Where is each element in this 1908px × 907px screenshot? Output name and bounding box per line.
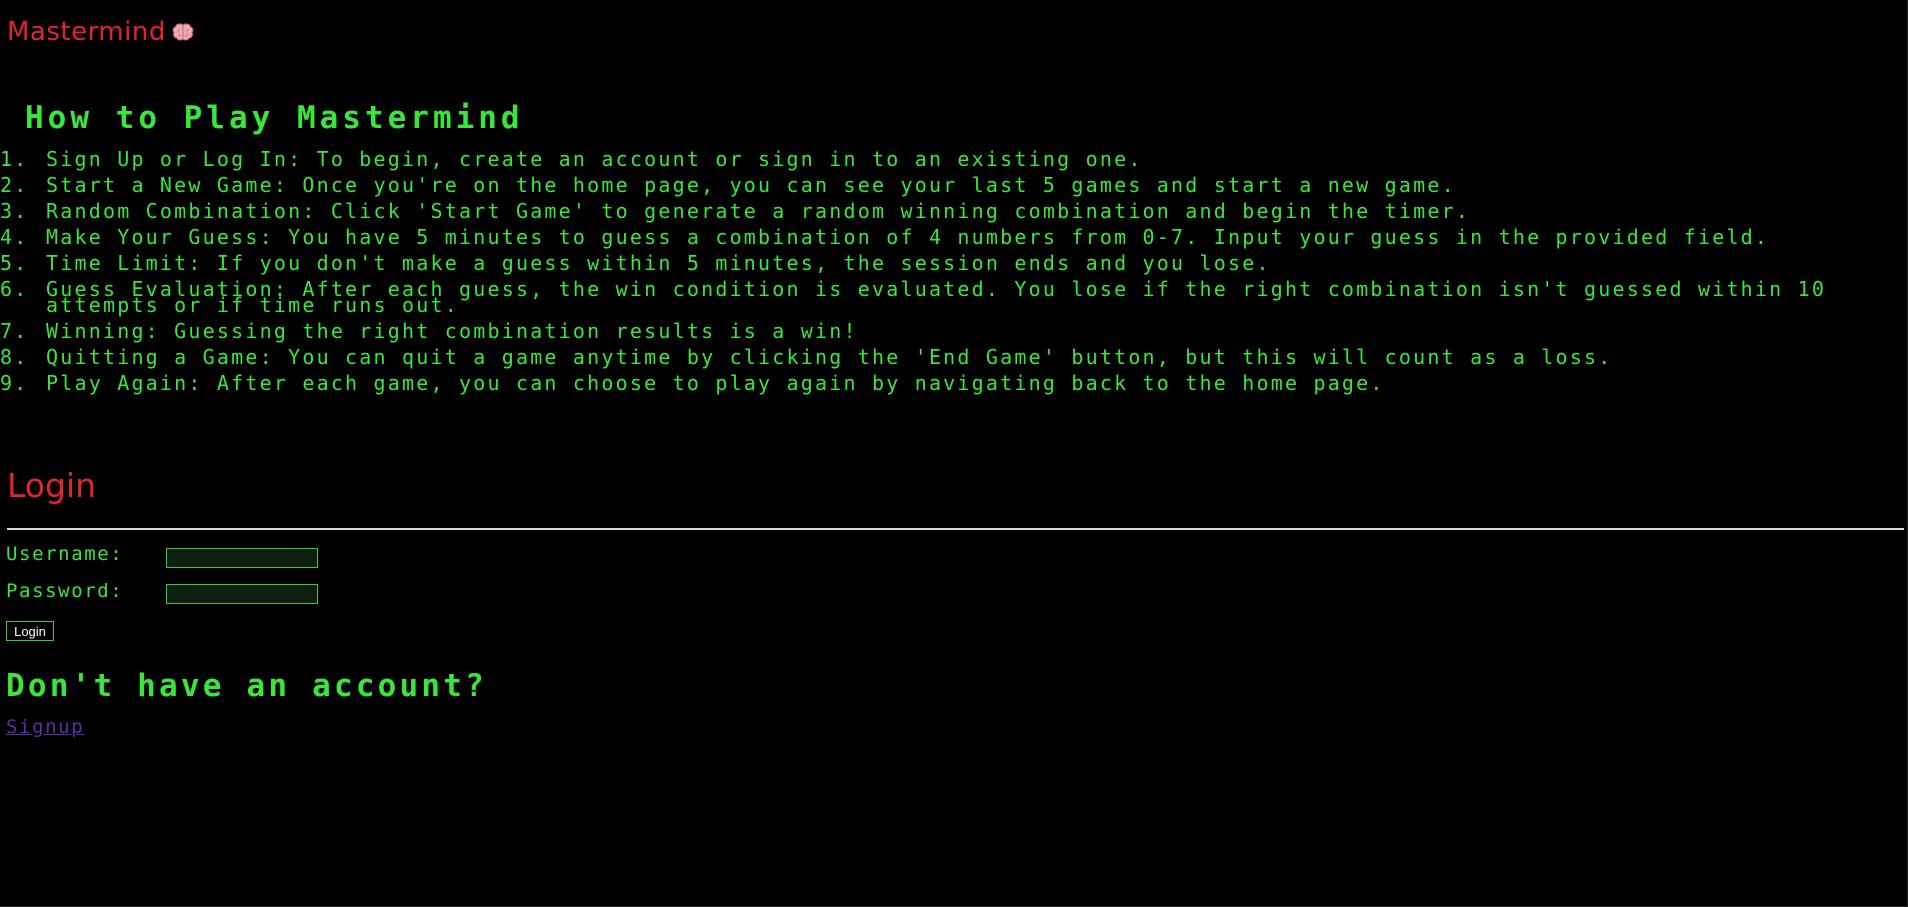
rule-text: Sign Up or Log In: To begin, create an a… bbox=[46, 147, 1143, 171]
rule-text: Quitting a Game: You can quit a game any… bbox=[46, 345, 1613, 369]
rule-item: 8. Quitting a Game: You can quit a game … bbox=[0, 345, 1890, 369]
rule-number: 9. bbox=[0, 371, 29, 395]
rule-number: 1. bbox=[0, 147, 29, 171]
rule-item: 9. Play Again: After each game, you can … bbox=[0, 371, 1890, 395]
rule-text: Guess Evaluation: After each guess, the … bbox=[46, 277, 1827, 317]
rule-item: 7. Winning: Guessing the right combinati… bbox=[0, 319, 1890, 343]
rule-text: Time Limit: If you don't make a guess wi… bbox=[46, 251, 1271, 275]
rule-text: Random Combination: Click 'Start Game' t… bbox=[46, 199, 1471, 223]
no-account-heading: Don't have an account? bbox=[6, 668, 487, 704]
howto-title: How to Play Mastermind bbox=[25, 100, 524, 136]
rule-number: 3. bbox=[0, 199, 29, 223]
brain-icon bbox=[172, 23, 194, 41]
rules-list: 1. Sign Up or Log In: To begin, create a… bbox=[0, 147, 1890, 401]
rule-number: 7. bbox=[0, 319, 29, 343]
rule-item: 2. Start a New Game: Once you're on the … bbox=[0, 173, 1890, 197]
rule-item: 6. Guess Evaluation: After each guess, t… bbox=[0, 277, 1890, 317]
login-button[interactable]: Login bbox=[6, 621, 54, 641]
password-input[interactable] bbox=[166, 584, 318, 604]
brand-label: Mastermind bbox=[7, 17, 166, 47]
login-title: Login bbox=[7, 466, 97, 505]
login-divider bbox=[7, 528, 1904, 530]
username-label: Username: bbox=[6, 543, 124, 565]
password-label: Password: bbox=[6, 580, 124, 602]
rule-number: 8. bbox=[0, 345, 29, 369]
rule-number: 6. bbox=[0, 277, 29, 301]
brand-title[interactable]: Mastermind bbox=[7, 17, 194, 47]
rule-text: Winning: Guessing the right combination … bbox=[46, 319, 858, 343]
page-frame bbox=[0, 0, 1908, 907]
rule-number: 5. bbox=[0, 251, 29, 275]
username-input[interactable] bbox=[166, 548, 318, 568]
rule-item: 4. Make Your Guess: You have 5 minutes t… bbox=[0, 225, 1890, 249]
rule-item: 1. Sign Up or Log In: To begin, create a… bbox=[0, 147, 1890, 171]
rule-number: 2. bbox=[0, 173, 29, 197]
rule-text: Start a New Game: Once you're on the hom… bbox=[46, 173, 1456, 197]
rule-text: Make Your Guess: You have 5 minutes to g… bbox=[46, 225, 1770, 249]
rule-number: 4. bbox=[0, 225, 29, 249]
rule-item: 5. Time Limit: If you don't make a guess… bbox=[0, 251, 1890, 275]
rule-text: Play Again: After each game, you can cho… bbox=[46, 371, 1385, 395]
rule-item: 3. Random Combination: Click 'Start Game… bbox=[0, 199, 1890, 223]
signup-link[interactable]: Signup bbox=[6, 716, 84, 738]
